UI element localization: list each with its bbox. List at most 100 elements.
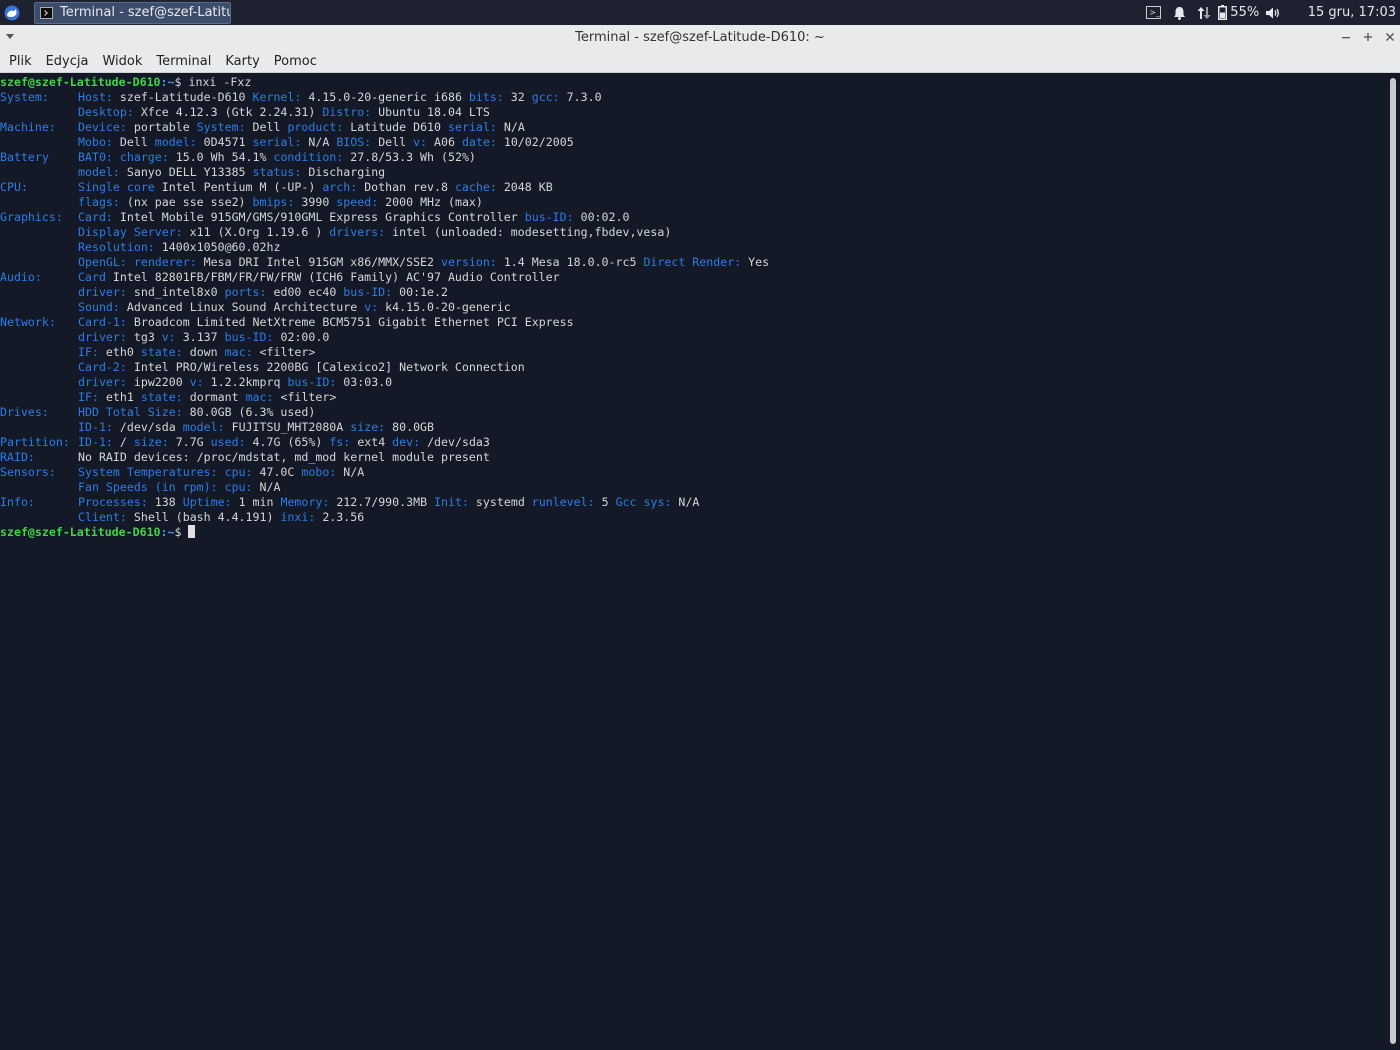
prompt-user: szef@szef-Latitude-D610 [0,75,161,89]
field-key: BIOS: [336,135,372,149]
field-key: size: [350,420,386,434]
window-titlebar[interactable]: Terminal - szef@szef-Latitude-D610: ~ [0,25,1400,50]
output-line: IF: eth1 state: dormant mac: <filter> [0,390,1386,405]
output-line: Fan Speeds (in rpm): cpu: N/A [0,480,1386,495]
output-line: System: Host: szef-Latitude-D610 Kernel: … [0,90,1386,105]
field-value: intel (unloaded: modesetting,fbdev,vesa) [385,225,672,239]
field-value: No RAID devices: /proc/mdstat, md_mod ke… [78,450,490,464]
field-value: x11 (X.Org 1.19.6 ) [182,225,330,239]
menu-widok[interactable]: Widok [95,50,149,73]
field-value: 1.4 Mesa 18.0.0-rc5 [496,255,644,269]
terminal-scrollbar[interactable] [1386,74,1400,1050]
field-value: 0D4571 [196,135,253,149]
output-line: Battery BAT0: charge: 15.0 Wh 54.1% condi… [0,150,1386,165]
output-line: Audio: Card Intel 82801FB/FBM/FR/FW/FRW (… [0,270,1386,285]
field-value: 5 [594,495,616,509]
field-key: dev: [392,435,421,449]
field-value [218,465,225,479]
field-key: Processes: [78,495,148,509]
speaker-icon [1265,7,1279,18]
field-key: Memory: [280,495,330,509]
field-key: mobo: [301,465,337,479]
field-value: down [182,345,225,359]
field-value: szef-Latitude-D610 [112,90,253,104]
menu-karty[interactable]: Karty [218,50,266,73]
field-key: Sound: [78,300,120,314]
menu-bar: Plik Edycja Widok Terminal Karty Pomoc [0,50,1400,73]
current-prompt-line: szef@szef-Latitude-D610:~$ [0,525,1386,540]
terminal-prompt-icon: >_ [1146,6,1162,19]
section-label: Audio: [0,270,42,284]
field-value [113,150,120,164]
field-value: / [112,435,134,449]
volume-button[interactable] [1262,0,1284,25]
field-value: Dell [245,120,288,134]
field-value: Ubuntu 18.04 LTS [371,105,490,119]
bell-icon [1174,6,1186,20]
notifications-button[interactable] [1168,0,1192,25]
field-key: driver: [78,375,127,389]
terminal-output[interactable]: szef@szef-Latitude-D610:~$ inxi -Fxz Sys… [0,74,1386,1050]
field-key: Card-2: [78,360,127,374]
section-label: Drives: [0,405,49,419]
field-key: v: [189,375,204,389]
field-value: Advanced Linux Sound Architecture [119,300,365,314]
maximize-icon [1364,33,1372,41]
minimize-button[interactable] [1338,29,1354,45]
output-line: Info: Processes: 138 Uptime: 1 min Memory… [0,495,1386,510]
field-key: Host: [78,90,113,104]
network-button[interactable] [1192,0,1216,25]
field-key: runlevel: [531,495,595,509]
field-value: Intel PRO/Wireless 2200BG [Calexico2] Ne… [126,360,525,374]
field-key: mac: [245,390,274,404]
menu-pomoc[interactable]: Pomoc [267,50,324,73]
output-line: Machine: Device: portable System: Dell pr… [0,120,1386,135]
terminal-launcher[interactable]: >_ [1140,0,1168,25]
field-value: Intel Pentium M (-UP-) [154,180,323,194]
window-menu-arrow-icon[interactable] [6,34,14,39]
output-line: Resolution: 1400x1050@60.02hz [0,240,1386,255]
close-button[interactable] [1382,29,1398,45]
network-updown-icon [1197,6,1211,19]
field-key: Resolution: [78,240,155,254]
field-key: gcc: [531,90,560,104]
whisker-menu-button[interactable] [0,0,24,25]
field-value: 32 [503,90,532,104]
inxi-output: System: Host: szef-Latitude-D610 Kernel: … [0,90,1386,525]
field-value: ext4 [350,435,393,449]
field-value: 2.3.56 [315,510,365,524]
field-value: 2000 MHz (max) [378,195,483,209]
field-value: 80.0GB [385,420,435,434]
taskbar-button-terminal[interactable]: Terminal - szef@szef-Latitud... [34,1,231,24]
menu-edycja[interactable]: Edycja [39,50,96,73]
field-value: 3990 [294,195,337,209]
output-line: Sound: Advanced Linux Sound Architecture… [0,300,1386,315]
menu-terminal[interactable]: Terminal [149,50,218,73]
field-key: bus-ID: [224,330,274,344]
field-key: Distro: [322,105,372,119]
battery-indicator[interactable]: 55% [1216,0,1262,25]
field-value: N/A [496,120,525,134]
field-key: BAT0: [78,150,113,164]
section-label: Partition: [0,435,70,449]
field-key: v: [413,135,428,149]
output-line: Display Server: x11 (X.Org 1.19.6 ) driv… [0,225,1386,240]
field-value: k4.15.0-20-generic [378,300,511,314]
scrollbar-thumb[interactable] [1390,78,1396,1044]
output-line: Sensors: System Temperatures: cpu: 47.0C … [0,465,1386,480]
maximize-button[interactable] [1360,29,1376,45]
field-value: /dev/sda3 [420,435,490,449]
field-value: Latitude D610 [343,120,448,134]
output-line: Client: Shell (bash 4.4.191) inxi: 2.3.5… [0,510,1386,525]
field-key: serial: [448,120,497,134]
menu-plik[interactable]: Plik [2,50,39,73]
system-tray: >_ 55% 15 gru, 17:03 [1140,0,1400,25]
clock[interactable]: 15 gru, 17:03 [1308,0,1396,25]
xfce-mouse-icon [4,5,20,20]
field-value: 80.0GB (6.3% used) [182,405,316,419]
field-value: 1.2.2kmprq [203,375,288,389]
field-value: 4.15.0-20-generic i686 [301,90,469,104]
field-key: Gcc sys: [615,495,672,509]
field-key: status: [252,165,302,179]
field-key: size: [133,435,169,449]
